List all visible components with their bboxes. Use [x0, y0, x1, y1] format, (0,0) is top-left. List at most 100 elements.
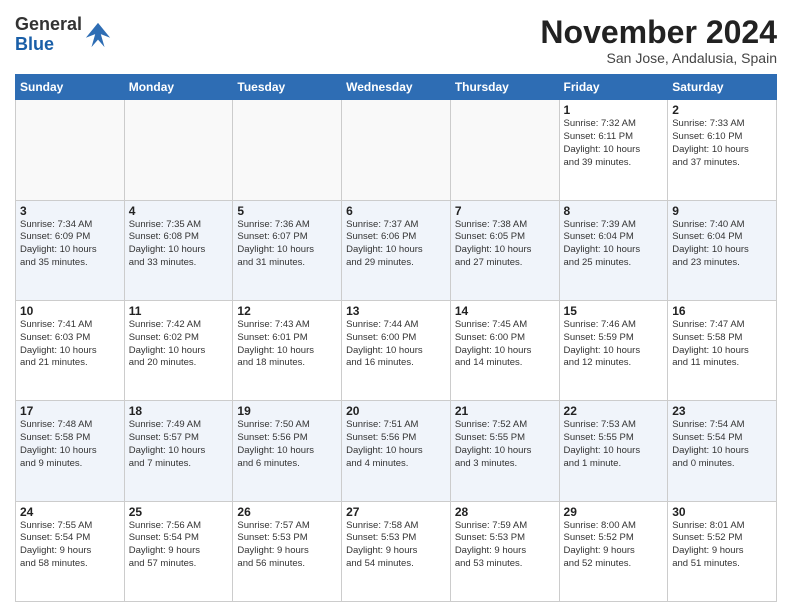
calendar-week-row: 17Sunrise: 7:48 AM Sunset: 5:58 PM Dayli… — [16, 401, 777, 501]
table-row: 12Sunrise: 7:43 AM Sunset: 6:01 PM Dayli… — [233, 300, 342, 400]
day-detail: Sunrise: 7:34 AM Sunset: 6:09 PM Dayligh… — [20, 219, 120, 270]
day-detail: Sunrise: 7:55 AM Sunset: 5:54 PM Dayligh… — [20, 520, 120, 571]
day-detail: Sunrise: 7:45 AM Sunset: 6:00 PM Dayligh… — [455, 319, 555, 370]
table-row: 26Sunrise: 7:57 AM Sunset: 5:53 PM Dayli… — [233, 501, 342, 601]
col-sunday: Sunday — [16, 75, 125, 100]
day-number: 13 — [346, 304, 446, 318]
day-number: 2 — [672, 103, 772, 117]
day-number: 30 — [672, 505, 772, 519]
table-row: 20Sunrise: 7:51 AM Sunset: 5:56 PM Dayli… — [342, 401, 451, 501]
table-row: 28Sunrise: 7:59 AM Sunset: 5:53 PM Dayli… — [450, 501, 559, 601]
table-row: 18Sunrise: 7:49 AM Sunset: 5:57 PM Dayli… — [124, 401, 233, 501]
day-detail: Sunrise: 7:41 AM Sunset: 6:03 PM Dayligh… — [20, 319, 120, 370]
day-detail: Sunrise: 7:50 AM Sunset: 5:56 PM Dayligh… — [237, 419, 337, 470]
col-saturday: Saturday — [668, 75, 777, 100]
day-detail: Sunrise: 7:58 AM Sunset: 5:53 PM Dayligh… — [346, 520, 446, 571]
table-row: 25Sunrise: 7:56 AM Sunset: 5:54 PM Dayli… — [124, 501, 233, 601]
calendar-table: Sunday Monday Tuesday Wednesday Thursday… — [15, 74, 777, 602]
day-number: 17 — [20, 404, 120, 418]
table-row: 2Sunrise: 7:33 AM Sunset: 6:10 PM Daylig… — [668, 100, 777, 200]
day-number: 5 — [237, 204, 337, 218]
table-row: 3Sunrise: 7:34 AM Sunset: 6:09 PM Daylig… — [16, 200, 125, 300]
col-monday: Monday — [124, 75, 233, 100]
day-detail: Sunrise: 7:47 AM Sunset: 5:58 PM Dayligh… — [672, 319, 772, 370]
table-row — [342, 100, 451, 200]
col-wednesday: Wednesday — [342, 75, 451, 100]
table-row: 17Sunrise: 7:48 AM Sunset: 5:58 PM Dayli… — [16, 401, 125, 501]
page: General Blue November 2024 San Jose, And… — [0, 0, 792, 612]
table-row — [124, 100, 233, 200]
day-detail: Sunrise: 7:37 AM Sunset: 6:06 PM Dayligh… — [346, 219, 446, 270]
table-row: 22Sunrise: 7:53 AM Sunset: 5:55 PM Dayli… — [559, 401, 668, 501]
day-number: 14 — [455, 304, 555, 318]
location-subtitle: San Jose, Andalusia, Spain — [540, 50, 777, 66]
table-row: 24Sunrise: 7:55 AM Sunset: 5:54 PM Dayli… — [16, 501, 125, 601]
day-detail: Sunrise: 7:44 AM Sunset: 6:00 PM Dayligh… — [346, 319, 446, 370]
day-detail: Sunrise: 7:35 AM Sunset: 6:08 PM Dayligh… — [129, 219, 229, 270]
day-number: 15 — [564, 304, 664, 318]
table-row: 23Sunrise: 7:54 AM Sunset: 5:54 PM Dayli… — [668, 401, 777, 501]
day-detail: Sunrise: 7:57 AM Sunset: 5:53 PM Dayligh… — [237, 520, 337, 571]
day-detail: Sunrise: 7:36 AM Sunset: 6:07 PM Dayligh… — [237, 219, 337, 270]
day-detail: Sunrise: 8:00 AM Sunset: 5:52 PM Dayligh… — [564, 520, 664, 571]
logo-icon — [84, 21, 112, 49]
day-detail: Sunrise: 7:48 AM Sunset: 5:58 PM Dayligh… — [20, 419, 120, 470]
day-number: 21 — [455, 404, 555, 418]
logo-blue: Blue — [15, 34, 54, 54]
table-row — [233, 100, 342, 200]
day-number: 26 — [237, 505, 337, 519]
header: General Blue November 2024 San Jose, And… — [15, 15, 777, 66]
day-detail: Sunrise: 8:01 AM Sunset: 5:52 PM Dayligh… — [672, 520, 772, 571]
day-number: 6 — [346, 204, 446, 218]
day-detail: Sunrise: 7:32 AM Sunset: 6:11 PM Dayligh… — [564, 118, 664, 169]
table-row: 21Sunrise: 7:52 AM Sunset: 5:55 PM Dayli… — [450, 401, 559, 501]
day-number: 7 — [455, 204, 555, 218]
day-detail: Sunrise: 7:53 AM Sunset: 5:55 PM Dayligh… — [564, 419, 664, 470]
day-detail: Sunrise: 7:42 AM Sunset: 6:02 PM Dayligh… — [129, 319, 229, 370]
table-row: 9Sunrise: 7:40 AM Sunset: 6:04 PM Daylig… — [668, 200, 777, 300]
table-row: 6Sunrise: 7:37 AM Sunset: 6:06 PM Daylig… — [342, 200, 451, 300]
day-detail: Sunrise: 7:39 AM Sunset: 6:04 PM Dayligh… — [564, 219, 664, 270]
day-number: 28 — [455, 505, 555, 519]
logo: General Blue — [15, 15, 112, 55]
day-number: 27 — [346, 505, 446, 519]
calendar-week-row: 3Sunrise: 7:34 AM Sunset: 6:09 PM Daylig… — [16, 200, 777, 300]
table-row: 30Sunrise: 8:01 AM Sunset: 5:52 PM Dayli… — [668, 501, 777, 601]
day-detail: Sunrise: 7:56 AM Sunset: 5:54 PM Dayligh… — [129, 520, 229, 571]
day-detail: Sunrise: 7:54 AM Sunset: 5:54 PM Dayligh… — [672, 419, 772, 470]
day-number: 22 — [564, 404, 664, 418]
table-row: 27Sunrise: 7:58 AM Sunset: 5:53 PM Dayli… — [342, 501, 451, 601]
table-row: 7Sunrise: 7:38 AM Sunset: 6:05 PM Daylig… — [450, 200, 559, 300]
calendar-week-row: 1Sunrise: 7:32 AM Sunset: 6:11 PM Daylig… — [16, 100, 777, 200]
day-number: 1 — [564, 103, 664, 117]
day-number: 16 — [672, 304, 772, 318]
title-block: November 2024 San Jose, Andalusia, Spain — [540, 15, 777, 66]
col-thursday: Thursday — [450, 75, 559, 100]
month-title: November 2024 — [540, 15, 777, 50]
day-number: 12 — [237, 304, 337, 318]
day-number: 23 — [672, 404, 772, 418]
day-number: 20 — [346, 404, 446, 418]
day-detail: Sunrise: 7:46 AM Sunset: 5:59 PM Dayligh… — [564, 319, 664, 370]
table-row — [450, 100, 559, 200]
table-row — [16, 100, 125, 200]
table-row: 19Sunrise: 7:50 AM Sunset: 5:56 PM Dayli… — [233, 401, 342, 501]
logo-general: General — [15, 14, 82, 34]
day-detail: Sunrise: 7:33 AM Sunset: 6:10 PM Dayligh… — [672, 118, 772, 169]
table-row: 16Sunrise: 7:47 AM Sunset: 5:58 PM Dayli… — [668, 300, 777, 400]
day-number: 19 — [237, 404, 337, 418]
calendar-week-row: 10Sunrise: 7:41 AM Sunset: 6:03 PM Dayli… — [16, 300, 777, 400]
day-number: 25 — [129, 505, 229, 519]
day-detail: Sunrise: 7:59 AM Sunset: 5:53 PM Dayligh… — [455, 520, 555, 571]
day-number: 4 — [129, 204, 229, 218]
day-number: 8 — [564, 204, 664, 218]
logo-text: General Blue — [15, 15, 82, 55]
table-row: 13Sunrise: 7:44 AM Sunset: 6:00 PM Dayli… — [342, 300, 451, 400]
table-row: 1Sunrise: 7:32 AM Sunset: 6:11 PM Daylig… — [559, 100, 668, 200]
table-row: 8Sunrise: 7:39 AM Sunset: 6:04 PM Daylig… — [559, 200, 668, 300]
day-detail: Sunrise: 7:49 AM Sunset: 5:57 PM Dayligh… — [129, 419, 229, 470]
calendar-week-row: 24Sunrise: 7:55 AM Sunset: 5:54 PM Dayli… — [16, 501, 777, 601]
table-row: 15Sunrise: 7:46 AM Sunset: 5:59 PM Dayli… — [559, 300, 668, 400]
day-number: 10 — [20, 304, 120, 318]
day-detail: Sunrise: 7:38 AM Sunset: 6:05 PM Dayligh… — [455, 219, 555, 270]
